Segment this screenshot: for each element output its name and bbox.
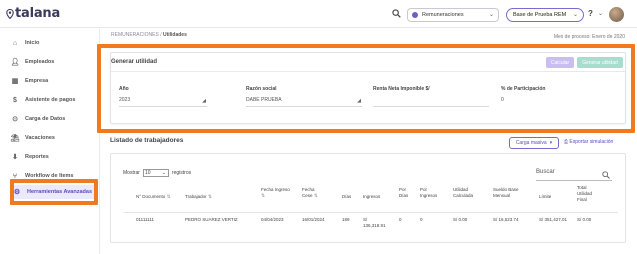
cell-documento: 01111111 — [136, 217, 155, 222]
col-header-por-dias[interactable]: Por Días — [399, 187, 415, 199]
cell-limite: S/ 351,427.01 — [539, 217, 568, 222]
cell-utilidad-calculada: S/ 0.00 — [453, 217, 468, 222]
page-length-select[interactable]: 10 ⌄ — [142, 169, 169, 177]
cell-fecha-ingreso: 04/04/2023 — [261, 217, 284, 222]
sidebar-item-inicio[interactable]: ⌂ Inicio — [10, 36, 40, 50]
breadcrumb: REMUNERACIONES / Utilidades — [111, 32, 187, 38]
chevron-down-icon: ⌄ — [572, 12, 578, 18]
sidebar-item-carga-datos[interactable]: ⊙ Carga de Datos — [10, 112, 65, 126]
module-dot-icon — [412, 12, 418, 18]
cell-ingresos: S/ 136,318.91 — [363, 217, 386, 228]
col-header-utilidad-calculada[interactable]: Utilidad Calculada — [453, 187, 481, 199]
search-input[interactable]: Buscar — [536, 169, 612, 181]
download-icon: ⬇ — [12, 154, 18, 161]
col-header-por-ingresos[interactable]: Por Ingresos — [420, 187, 444, 199]
chevron-down-icon: ⌄ — [488, 12, 494, 18]
sidebar-item-label: Inicio — [25, 40, 40, 46]
sidebar: ⌂ Inicio 👤︎ Empleados ▦ Empresa $ Asistente … — [0, 29, 100, 254]
sort-icon: ⇅ — [313, 193, 318, 199]
module-select-value: Remuneraciones — [422, 12, 464, 18]
carga-masiva-button[interactable]: Carga masiva ▾ — [509, 137, 559, 149]
breadcrumb-separator: / — [160, 32, 162, 38]
col-header-label: Fecha Cese — [302, 187, 315, 198]
cell-total-utilidad: S/ 0.00 — [577, 217, 592, 222]
exportar-label: Exportar simulación — [569, 139, 614, 145]
col-header-label: Fecha Ingreso — [261, 187, 290, 192]
breadcrumb-root[interactable]: REMUNERACIONES — [111, 32, 159, 38]
col-header-fecha-cese[interactable]: Fecha Cese ⇅ — [302, 187, 326, 199]
sidebar-item-empleados[interactable]: 👤︎ Empleados — [10, 55, 55, 69]
breadcrumb-current: Utilidades — [162, 32, 187, 38]
col-header-label: N° Documento — [136, 194, 166, 199]
col-header-label: Trabajador — [185, 194, 207, 199]
search-icon[interactable] — [392, 9, 401, 18]
sort-icon: ⇅ — [166, 194, 171, 200]
highlight-box-sidebar — [10, 179, 98, 205]
sidebar-item-label: Carga de Datos — [25, 116, 66, 122]
process-period: Mes de proceso: Enero de 2020 — [553, 34, 625, 40]
building-icon: ▦ — [11, 78, 19, 85]
chevron-down-icon: ⌄ — [161, 170, 166, 176]
home-icon: ⌂ — [12, 39, 18, 47]
caret-down-icon: ▾ — [549, 140, 553, 146]
sidebar-item-label: Asistente de pagos — [25, 97, 76, 103]
sort-icon: ⇅ — [261, 193, 266, 199]
avatar[interactable] — [609, 7, 624, 22]
carga-masiva-label: Carga masiva — [515, 140, 547, 146]
col-header-fecha-ingreso[interactable]: Fecha Ingreso ⇅ — [261, 187, 291, 199]
base-select-value: Base de Prueba REM — [513, 12, 567, 18]
col-header-total-utilidad[interactable]: Total Utilidad Final — [577, 185, 599, 203]
col-header-dias[interactable]: Días — [342, 194, 351, 200]
top-bar: talana Remuneraciones ⌄ Base de Prueba R… — [0, 0, 637, 28]
exportar-simulacion-button[interactable]: ⎙ Exportar simulación — [564, 139, 613, 145]
mostrar-label: Mostrar — [123, 170, 140, 176]
listado-title: Listado de trabajadores — [110, 137, 184, 144]
help-button[interactable]: ? — [588, 9, 593, 18]
talana-logo[interactable]: talana — [6, 6, 60, 21]
dollar-icon: $ — [13, 96, 17, 104]
sidebar-item-label: Reportes — [25, 154, 49, 160]
pin-icon — [6, 8, 14, 19]
base-select[interactable]: Base de Prueba REM ⌄ — [506, 8, 584, 22]
col-header-sueldo-base[interactable]: Sueldo Base Mensual — [493, 187, 527, 199]
sidebar-item-label: Empleados — [25, 59, 55, 65]
col-header-documento[interactable]: N° Documento ⇅ — [136, 194, 171, 200]
search-icon — [602, 171, 610, 179]
cell-por-ingresos: 0 — [420, 217, 423, 222]
circle-icon: ⊙ — [12, 116, 18, 123]
cell-dias: 189 — [342, 217, 350, 222]
buscar-label: Buscar — [536, 169, 555, 175]
cell-trabajador: PEDRO SUAREZ VERTIZ — [185, 217, 238, 222]
person-icon: 👤︎ — [10, 59, 20, 66]
logo-text: talana — [15, 6, 61, 21]
module-select[interactable]: Remuneraciones ⌄ — [407, 8, 499, 22]
col-header-trabajador[interactable]: Trabajador ⇅ — [185, 194, 212, 200]
col-header-ingresos[interactable]: Ingresos — [363, 194, 380, 200]
chevron-down-icon[interactable]: ⌄ — [598, 10, 603, 17]
sidebar-item-vacaciones[interactable]: ⛱ Vacaciones — [10, 131, 55, 145]
export-icon: ⎙ — [564, 139, 569, 145]
cell-por-dias: 0 — [399, 217, 402, 222]
beach-icon: ⛱ — [10, 135, 20, 142]
sidebar-item-asistente-pagos[interactable]: $ Asistente de pagos — [10, 93, 75, 107]
page-length-value: 10 — [144, 170, 151, 176]
col-header-limite[interactable]: Límite — [539, 194, 551, 200]
sidebar-item-label: Empresa — [25, 78, 49, 84]
sidebar-item-label: Vacaciones — [25, 135, 55, 141]
sort-icon: ⇅ — [207, 194, 213, 200]
listado-card: Mostrar 10 ⌄ registros Buscar N° Document… — [110, 153, 626, 243]
header-divider — [123, 212, 618, 213]
page-length-control: Mostrar 10 ⌄ registros — [123, 169, 191, 177]
cell-sueldo-base: S/ 16,523.74 — [493, 217, 519, 222]
sidebar-item-empresa[interactable]: ▦ Empresa — [10, 74, 49, 88]
cell-fecha-cese: 16/01/2024 — [302, 217, 325, 222]
highlight-box-form — [97, 44, 635, 133]
sidebar-item-reportes[interactable]: ⬇ Reportes — [10, 150, 49, 164]
registros-label: registros — [171, 170, 192, 176]
